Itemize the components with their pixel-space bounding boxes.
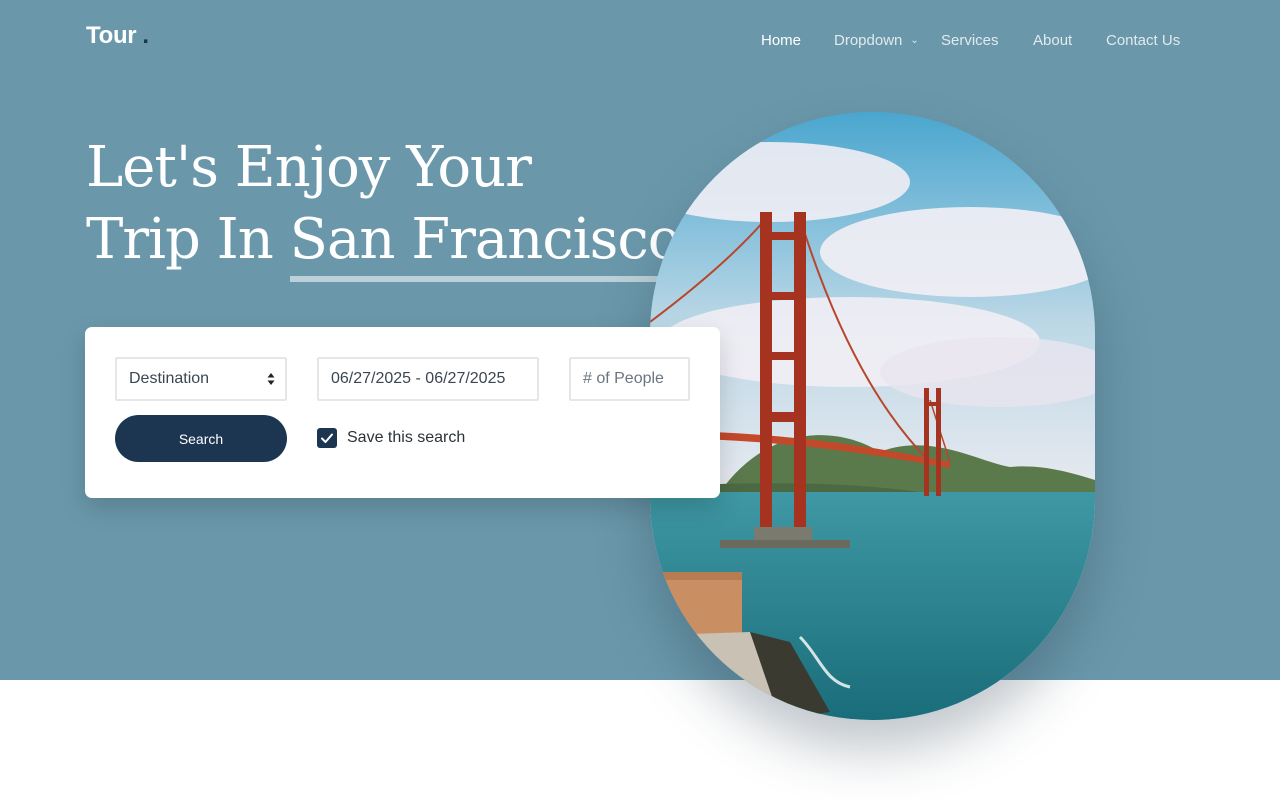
nav-contact-us[interactable]: Contact Us <box>1106 32 1180 49</box>
checkmark-icon <box>321 433 333 443</box>
destination-select[interactable]: Destination <box>115 357 287 401</box>
nav-about[interactable]: About <box>1033 32 1072 49</box>
save-search-checkbox[interactable] <box>317 428 337 448</box>
save-search-label: Save this search <box>347 429 466 446</box>
nav-services[interactable]: Services <box>941 32 999 49</box>
date-range-input[interactable]: 06/27/2025 - 06/27/2025 <box>317 357 539 401</box>
nav-dropdown[interactable]: Dropdown ⌄ <box>834 32 919 49</box>
headline-line-2: Trip In San Francisco. <box>86 204 698 282</box>
nav-home[interactable]: Home <box>761 32 801 49</box>
search-button[interactable]: Search <box>115 415 287 462</box>
search-card: Destination 06/27/2025 - 06/27/2025 # of… <box>85 327 720 498</box>
brand-dot: . <box>142 22 149 49</box>
headline-prefix: Trip In <box>86 207 290 272</box>
headline-city: San Francisco <box>289 204 681 282</box>
destination-select-value: Destination <box>129 370 210 387</box>
hero-headline: Let's Enjoy Your Trip In San Francisco. <box>86 132 698 282</box>
headline-line-1: Let's Enjoy Your <box>86 135 532 200</box>
main-nav: Home Dropdown ⌄ Services About Contact Us <box>745 32 1195 52</box>
date-range-value: 06/27/2025 - 06/27/2025 <box>331 370 506 387</box>
people-input-placeholder: # of People <box>583 370 664 387</box>
brand-name: Tour <box>86 22 137 49</box>
sort-updown-icon <box>267 373 275 385</box>
chevron-down-icon: ⌄ <box>910 35 919 46</box>
people-input[interactable]: # of People <box>569 357 690 401</box>
nav-dropdown-label: Dropdown <box>834 32 903 49</box>
brand-logo[interactable]: Tour. <box>86 22 149 50</box>
